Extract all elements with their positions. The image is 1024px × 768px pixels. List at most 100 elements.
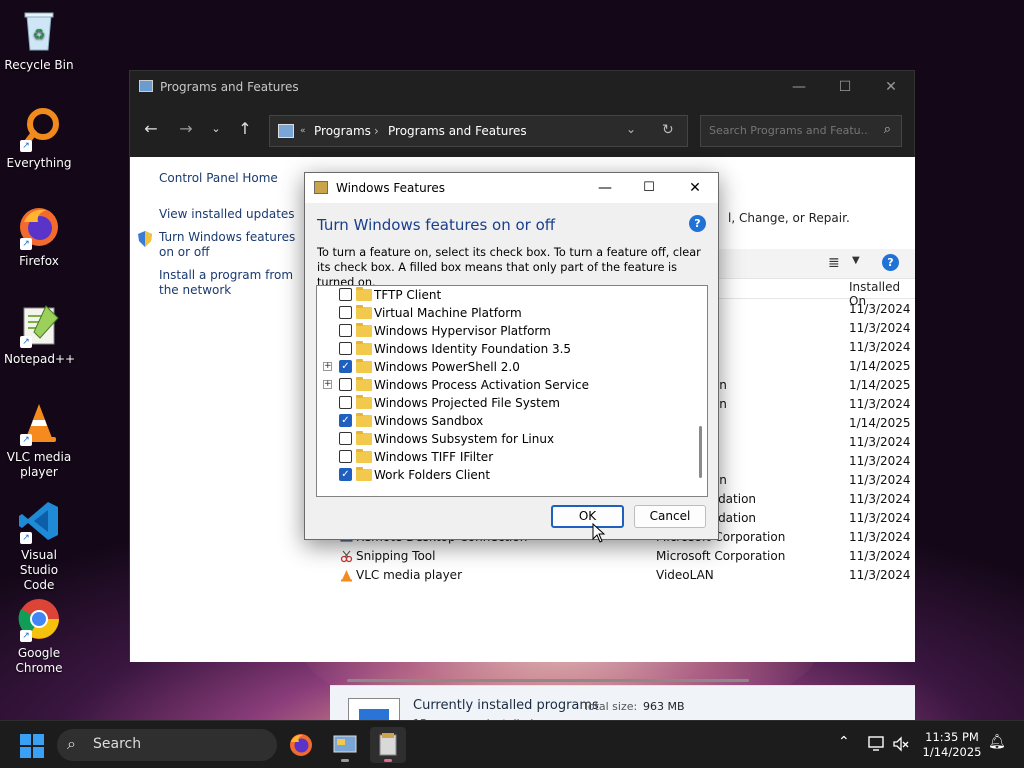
feature-label[interactable]: Windows Process Activation Service	[374, 378, 589, 392]
windows-start-icon[interactable]	[20, 734, 44, 758]
desktop-icon-vlc[interactable]: ↗ VLC media player	[4, 400, 74, 480]
dialog-minimize-button[interactable]: —	[582, 173, 628, 203]
program-name: Snipping Tool	[356, 549, 436, 563]
refresh-icon[interactable]: ↻	[662, 122, 674, 138]
windows-features-dialog: Windows Features — ☐ ✕ Turn Windows feat…	[304, 172, 719, 540]
feature-row[interactable]: Windows Identity Foundation 3.5	[317, 340, 697, 358]
feature-checkbox[interactable]	[339, 450, 352, 463]
feature-checkbox[interactable]	[339, 342, 352, 355]
program-installed-on: 11/3/2024	[849, 473, 911, 487]
feature-label[interactable]: Windows TIFF IFilter	[374, 450, 493, 464]
left-task-pane: Control Panel Home View installed update…	[130, 157, 330, 662]
desktop-icon-everything[interactable]: ↗ Everything	[4, 106, 74, 171]
system-clock[interactable]: 11:35 PM 1/14/2025	[912, 730, 992, 760]
feature-row[interactable]: Windows Hypervisor Platform	[317, 322, 697, 340]
program-installed-on: 11/3/2024	[849, 302, 911, 316]
feature-checkbox[interactable]	[339, 378, 352, 391]
maximize-button[interactable]: ☐	[822, 71, 868, 103]
taskbar-control-panel-button[interactable]	[327, 727, 363, 763]
feature-row[interactable]: + Windows Process Activation Service	[317, 376, 697, 394]
breadcrumb-programs-and-features[interactable]: Programs and Features	[388, 124, 527, 138]
desktop-icon-notepad-plus-plus[interactable]: ↗ Notepad++	[4, 302, 75, 367]
dialog-maximize-button[interactable]: ☐	[626, 173, 672, 203]
taskbar-search-box[interactable]: ⌕ Search	[57, 729, 277, 761]
turn-windows-features-link[interactable]: Turn Windows features on or off	[159, 230, 305, 260]
close-button[interactable]: ✕	[868, 71, 914, 103]
feature-checkbox[interactable]: ✓	[339, 468, 352, 481]
folder-icon	[356, 323, 372, 337]
feature-row[interactable]: Windows Projected File System	[317, 394, 697, 412]
folder-icon	[356, 359, 372, 373]
network-icon[interactable]	[868, 736, 886, 752]
feature-label[interactable]: TFTP Client	[374, 288, 441, 302]
address-bar[interactable]: « Programs › Programs and Features ⌄ ↻	[269, 115, 688, 147]
feature-row[interactable]: + ✓ Windows PowerShell 2.0	[317, 358, 697, 376]
forward-arrow-icon[interactable]: →	[174, 117, 198, 141]
expand-plus-icon[interactable]: +	[323, 362, 332, 371]
horizontal-scrollbar[interactable]	[347, 679, 749, 682]
feature-row[interactable]: Windows TIFF IFilter	[317, 448, 697, 466]
tree-vertical-scrollbar[interactable]	[699, 426, 702, 478]
feature-label[interactable]: Virtual Machine Platform	[374, 306, 522, 320]
feature-checkbox[interactable]	[339, 324, 352, 337]
feature-label[interactable]: Windows PowerShell 2.0	[374, 360, 520, 374]
search-input[interactable]	[709, 124, 869, 137]
desktop-icon-recycle-bin[interactable]: ♻ Recycle Bin	[4, 8, 74, 73]
app-active-indicator	[384, 759, 392, 762]
program-row[interactable]: Snipping Tool Microsoft Corporation 11/3/2…	[330, 547, 915, 566]
address-dropdown-icon[interactable]: ⌄	[626, 122, 636, 136]
vlc-cone-icon	[340, 569, 353, 582]
feature-checkbox[interactable]	[339, 432, 352, 445]
show-hidden-icons-chevron[interactable]: ⌃	[838, 734, 850, 750]
expand-plus-icon[interactable]: +	[323, 380, 332, 389]
feature-checkbox[interactable]: ✓	[339, 360, 352, 373]
taskbar-windows-features-button[interactable]	[370, 727, 406, 763]
desktop-icon-vscode[interactable]: ↗ Visual Studio Code	[4, 498, 74, 593]
feature-checkbox[interactable]	[339, 396, 352, 409]
help-icon[interactable]: ?	[689, 215, 706, 232]
feature-checkbox[interactable]: ✓	[339, 414, 352, 427]
desktop-icon-google-chrome[interactable]: ↗ Google Chrome	[4, 596, 74, 676]
dialog-titlebar[interactable]: Windows Features — ☐ ✕	[305, 173, 718, 203]
program-row[interactable]: VLC media player VideoLAN 11/3/2024	[330, 566, 915, 585]
install-from-network-link[interactable]: Install a program from the network	[159, 268, 309, 298]
up-arrow-icon[interactable]: ↑	[233, 117, 257, 141]
feature-label[interactable]: Work Folders Client	[374, 468, 490, 482]
minimize-button[interactable]: —	[776, 71, 822, 103]
feature-label[interactable]: Windows Projected File System	[374, 396, 560, 410]
notification-bell-icon[interactable]: 🔔︎	[988, 734, 1006, 750]
feature-label[interactable]: Windows Subsystem for Linux	[374, 432, 554, 446]
desktop-icon-firefox[interactable]: ↗ Firefox	[4, 204, 74, 269]
volume-muted-icon[interactable]	[892, 736, 910, 752]
feature-label[interactable]: Windows Identity Foundation 3.5	[374, 342, 571, 356]
clock-date: 1/14/2025	[922, 745, 982, 759]
mouse-cursor-icon	[592, 523, 606, 543]
taskbar-firefox-button[interactable]	[283, 727, 319, 763]
search-box[interactable]: ⌕	[700, 115, 902, 147]
back-arrow-icon[interactable]: ←	[139, 117, 163, 141]
feature-row[interactable]: TFTP Client	[317, 286, 697, 304]
control-panel-home-link[interactable]: Control Panel Home	[159, 171, 309, 186]
view-options-icon[interactable]: ≣	[828, 255, 840, 271]
window-titlebar[interactable]: Programs and Features — ☐ ✕	[130, 71, 914, 103]
cancel-button[interactable]: Cancel	[634, 505, 706, 528]
feature-checkbox[interactable]	[339, 306, 352, 319]
feature-row[interactable]: ✓ Windows Sandbox	[317, 412, 697, 430]
breadcrumb-overflow-icon[interactable]: «	[300, 126, 306, 136]
recent-locations-chevron-icon[interactable]: ⌄	[204, 117, 228, 141]
feature-checkbox[interactable]	[339, 288, 352, 301]
feature-row[interactable]: ✓ Work Folders Client	[317, 466, 697, 484]
breadcrumb-programs[interactable]: Programs	[314, 124, 371, 138]
view-installed-updates-link[interactable]: View installed updates	[159, 207, 309, 222]
search-icon[interactable]: ⌕	[884, 122, 891, 137]
feature-row[interactable]: Windows Subsystem for Linux	[317, 430, 697, 448]
help-icon[interactable]: ?	[882, 254, 899, 271]
ok-button[interactable]: OK	[551, 505, 624, 528]
dialog-close-button[interactable]: ✕	[672, 173, 718, 203]
feature-label[interactable]: Windows Hypervisor Platform	[374, 324, 551, 338]
feature-label[interactable]: Windows Sandbox	[374, 414, 483, 428]
view-dropdown-icon[interactable]: ▼	[852, 255, 860, 266]
control-panel-icon	[278, 124, 294, 138]
svg-text:♻: ♻	[33, 27, 46, 43]
feature-row[interactable]: Virtual Machine Platform	[317, 304, 697, 322]
